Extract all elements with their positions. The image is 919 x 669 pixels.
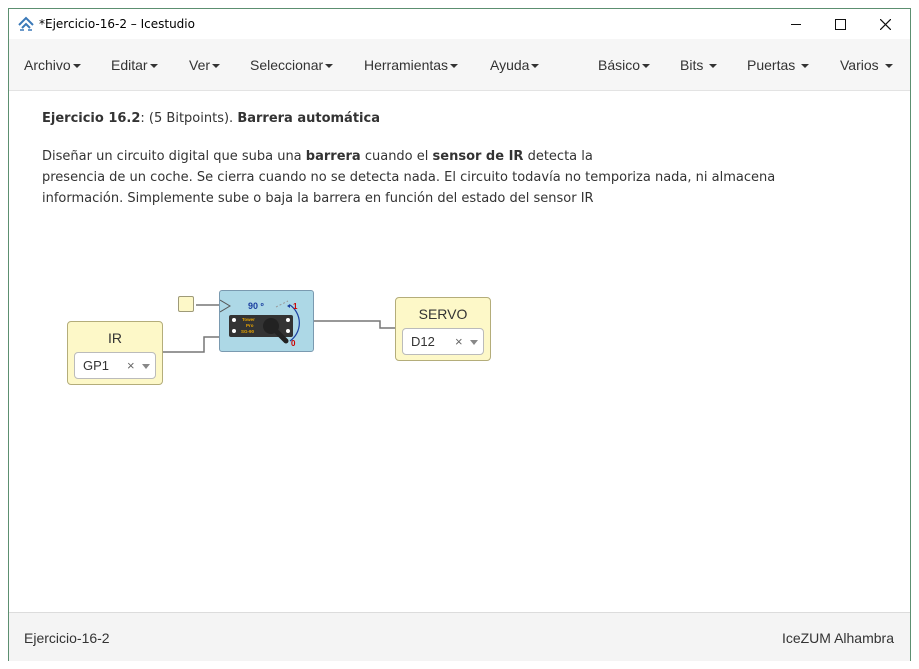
servo-chip-line-1: Tower xyxy=(242,317,255,322)
ir-block-label: IR xyxy=(108,330,122,346)
ir-pin-select[interactable]: GP1 × xyxy=(74,352,156,379)
input-port-arrow-icon xyxy=(219,299,231,313)
clear-icon[interactable]: × xyxy=(127,358,135,373)
clear-icon[interactable]: × xyxy=(455,334,463,349)
servo-body-icon xyxy=(229,315,293,337)
servo-graphic: 90 º Tower Pro SG-90 1 0 xyxy=(219,299,300,348)
servo-block-label: SERVO xyxy=(418,306,468,322)
servo-pin-select[interactable]: D12 × xyxy=(402,328,484,355)
chevron-down-icon[interactable] xyxy=(470,340,478,345)
ir-input-block[interactable]: IR GP1 × xyxy=(67,321,163,385)
servo-mark-bottom: 0 xyxy=(291,339,296,348)
ir-pin-value: GP1 xyxy=(83,358,110,373)
wire-servo-to-output[interactable] xyxy=(314,320,396,329)
constant-input-block[interactable] xyxy=(178,296,194,312)
servo-mark-top: 1 xyxy=(293,302,298,311)
servo-angle-label: 90 º xyxy=(248,301,265,311)
chevron-down-icon[interactable] xyxy=(142,364,150,369)
servo-output-block[interactable]: SERVO D12 × xyxy=(395,297,491,361)
wire-ir-to-servo[interactable] xyxy=(162,336,219,353)
servo-pin-value: D12 xyxy=(411,334,435,349)
servo-chip-line-2: Pro xyxy=(246,323,254,328)
servo-chip-line-3: SG-90 xyxy=(241,329,255,334)
servo-module-block[interactable]: 90 º Tower Pro SG-90 1 0 xyxy=(219,290,314,352)
